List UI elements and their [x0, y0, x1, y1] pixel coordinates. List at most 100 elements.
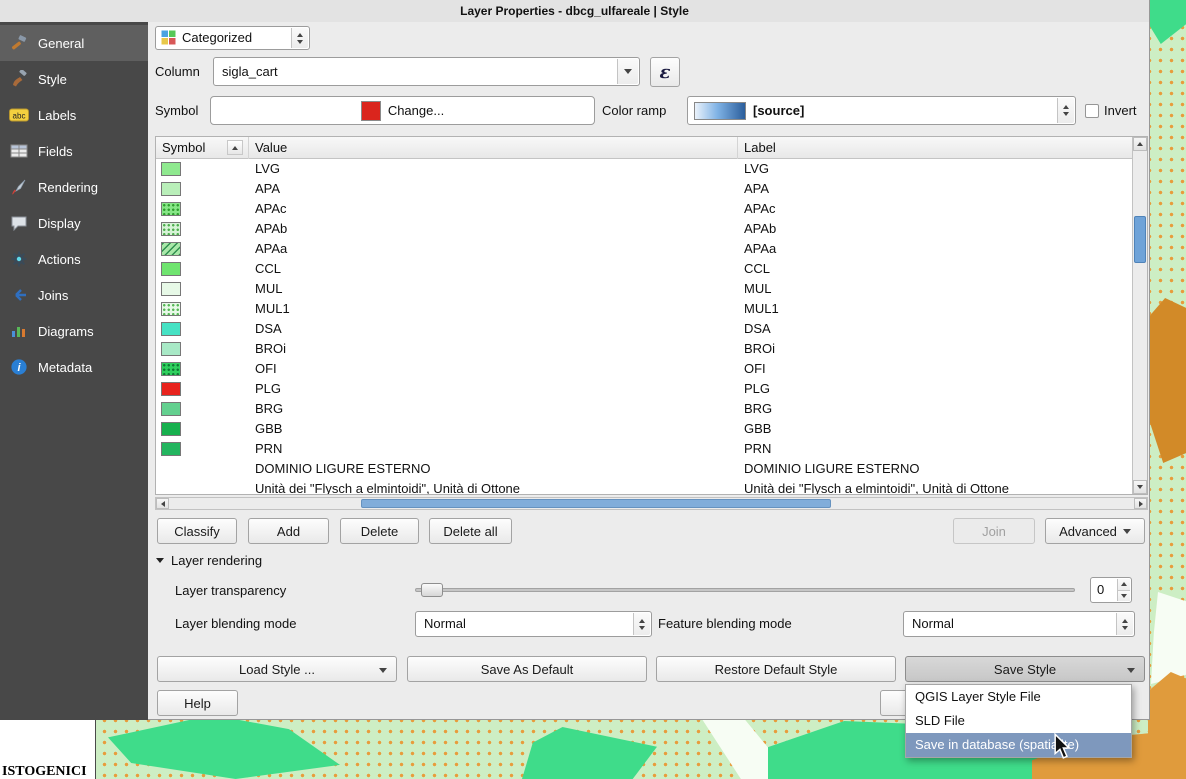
class-row[interactable]: DOMINIO LIGURE ESTERNODOMINIO LIGURE EST…	[156, 459, 1132, 479]
sidebar-item-labels[interactable]: abcLabels	[0, 97, 148, 133]
column-combo[interactable]: sigla_cart	[213, 57, 640, 86]
chevron-down-icon	[1127, 668, 1135, 673]
combo-stepper[interactable]	[291, 28, 308, 48]
class-value: BROi	[249, 339, 286, 359]
class-symbol-swatch[interactable]	[161, 282, 181, 296]
class-value: BRG	[249, 399, 283, 419]
class-row[interactable]: Unità dei "Flysch a elmintoidi", Unità d…	[156, 479, 1132, 494]
class-row[interactable]: GBBGBB	[156, 419, 1132, 439]
class-row[interactable]: APAcAPAc	[156, 199, 1132, 219]
header-symbol[interactable]: Symbol	[156, 137, 249, 159]
class-row[interactable]: LVGLVG	[156, 159, 1132, 179]
advanced-button[interactable]: Advanced	[1045, 518, 1145, 544]
menu-item-sld-file[interactable]: SLD File	[906, 709, 1131, 733]
sidebar-item-display[interactable]: Display	[0, 205, 148, 241]
sidebar-item-metadata[interactable]: iMetadata	[0, 349, 148, 385]
class-row[interactable]: APAAPA	[156, 179, 1132, 199]
sidebar-item-fields[interactable]: Fields	[0, 133, 148, 169]
class-row[interactable]: OFIOFI	[156, 359, 1132, 379]
class-symbol-swatch[interactable]	[161, 402, 181, 416]
class-symbol-swatch[interactable]	[161, 302, 181, 316]
invert-checkbox[interactable]	[1085, 104, 1099, 118]
joins-icon	[9, 285, 29, 305]
class-symbol-swatch[interactable]	[161, 342, 181, 356]
classify-button[interactable]: Classify	[157, 518, 237, 544]
combo-stepper[interactable]	[633, 613, 650, 635]
class-row[interactable]: MULMUL	[156, 279, 1132, 299]
class-row[interactable]: APAaAPAa	[156, 239, 1132, 259]
class-row[interactable]: PLGPLG	[156, 379, 1132, 399]
renderer-type-combo[interactable]: Categorized	[155, 26, 310, 50]
class-symbol-swatch[interactable]	[161, 242, 181, 256]
class-symbol-swatch[interactable]	[161, 322, 181, 336]
load-style-button[interactable]: Load Style ...	[157, 656, 397, 682]
class-row[interactable]: CCLCCL	[156, 259, 1132, 279]
symbol-change-button[interactable]: Change...	[210, 96, 595, 125]
map-legend-box: ISTOGENICI	[0, 717, 96, 779]
layer-blending-combo[interactable]: Normal	[415, 611, 652, 637]
color-ramp-combo[interactable]: [source]	[687, 96, 1076, 125]
class-row[interactable]: BROiBROi	[156, 339, 1132, 359]
class-symbol-swatch[interactable]	[161, 382, 181, 396]
spin-buttons[interactable]	[1117, 579, 1130, 601]
horizontal-scrollbar[interactable]	[155, 497, 1148, 510]
save-style-button[interactable]: Save Style	[905, 656, 1145, 682]
class-symbol-swatch[interactable]	[161, 182, 181, 196]
scroll-down-icon[interactable]	[1133, 480, 1147, 494]
class-row[interactable]: MUL1MUL1	[156, 299, 1132, 319]
menu-item-save-in-database-spatialite-[interactable]: Save in database (spatialite)	[906, 733, 1131, 757]
class-label: CCL	[738, 259, 770, 279]
class-label: PRN	[738, 439, 771, 459]
class-row[interactable]: PRNPRN	[156, 439, 1132, 459]
vertical-scrollbar-thumb[interactable]	[1134, 216, 1146, 263]
class-value: APAc	[249, 199, 287, 219]
collapse-triangle-icon	[156, 558, 164, 563]
class-symbol-swatch[interactable]	[161, 422, 181, 436]
scroll-up-icon[interactable]	[1133, 137, 1147, 151]
layer-rendering-section-toggle[interactable]: Layer rendering	[156, 553, 262, 568]
class-symbol-swatch[interactable]	[161, 202, 181, 216]
sidebar-item-actions[interactable]: Actions	[0, 241, 148, 277]
horizontal-scrollbar-thumb[interactable]	[361, 499, 831, 508]
vertical-scrollbar[interactable]	[1132, 137, 1147, 494]
actions-icon	[9, 249, 29, 269]
class-value: PLG	[249, 379, 281, 399]
combo-stepper[interactable]	[1057, 98, 1074, 123]
class-symbol-swatch[interactable]	[161, 362, 181, 376]
sidebar-item-rendering[interactable]: Rendering	[0, 169, 148, 205]
column-value: sigla_cart	[222, 58, 278, 85]
class-symbol-swatch[interactable]	[161, 162, 181, 176]
feature-blending-combo[interactable]: Normal	[903, 611, 1135, 637]
add-button[interactable]: Add	[248, 518, 329, 544]
sidebar-item-joins[interactable]: Joins	[0, 277, 148, 313]
sidebar-item-general[interactable]: General	[0, 25, 148, 61]
delete-all-button[interactable]: Delete all	[429, 518, 512, 544]
scroll-right-icon[interactable]	[1134, 498, 1147, 509]
restore-default-style-button[interactable]: Restore Default Style	[656, 656, 896, 682]
combo-stepper[interactable]	[1116, 613, 1133, 635]
class-row[interactable]: BRGBRG	[156, 399, 1132, 419]
screen: ISTOGENICI Layer Properties - dbcg_ulfar…	[0, 0, 1186, 779]
expression-builder-button[interactable]: ε	[650, 57, 680, 87]
delete-button[interactable]: Delete	[340, 518, 419, 544]
transparency-slider[interactable]	[415, 582, 1075, 598]
class-symbol-swatch[interactable]	[161, 262, 181, 276]
class-symbol-swatch[interactable]	[161, 442, 181, 456]
sidebar-item-diagrams[interactable]: Diagrams	[0, 313, 148, 349]
sort-indicator-icon[interactable]	[227, 140, 243, 155]
menu-item-qgis-layer-style-file[interactable]: QGIS Layer Style File	[906, 685, 1131, 709]
scroll-left-icon[interactable]	[156, 498, 169, 509]
save-as-default-button[interactable]: Save As Default	[407, 656, 647, 682]
column-dropdown-button[interactable]	[617, 59, 638, 84]
symbol-preview-swatch	[361, 101, 381, 121]
help-button[interactable]: Help	[157, 690, 238, 716]
class-row[interactable]: DSADSA	[156, 319, 1132, 339]
class-row[interactable]: APAbAPAb	[156, 219, 1132, 239]
header-label[interactable]: Label	[738, 137, 1134, 159]
slider-track	[415, 588, 1075, 592]
class-symbol-swatch[interactable]	[161, 222, 181, 236]
sidebar-item-style[interactable]: Style	[0, 61, 148, 97]
transparency-spinbox[interactable]: 0	[1090, 577, 1132, 603]
slider-handle[interactable]	[421, 583, 443, 597]
header-value[interactable]: Value	[249, 137, 738, 159]
